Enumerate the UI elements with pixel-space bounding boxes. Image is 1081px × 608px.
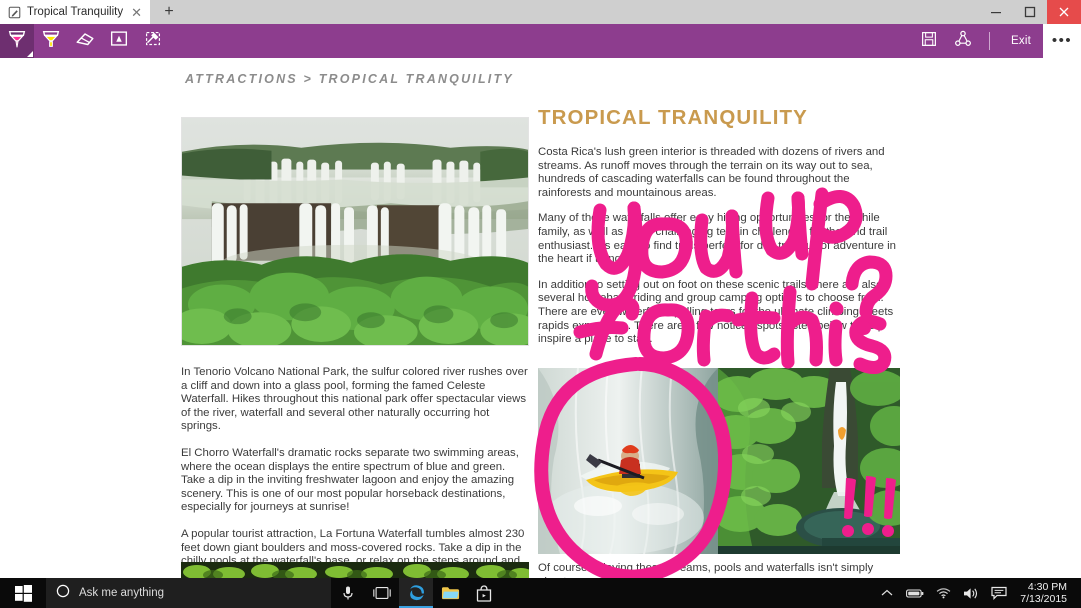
bottom-caption: Of course enjoying these streams, pools … (538, 562, 874, 578)
speaker-icon[interactable] (958, 578, 984, 608)
system-tray: 4:30 PM 7/13/2015 (874, 578, 1081, 608)
battery-icon[interactable] (902, 578, 928, 608)
clip-tool[interactable] (136, 24, 170, 58)
eraser-tool[interactable] (68, 24, 102, 58)
more-options-button[interactable]: ••• (1043, 24, 1081, 58)
add-note-icon (108, 28, 130, 55)
left-column-text: In Tenorio Volcano National Park, the su… (181, 366, 529, 578)
window-close-icon[interactable] (1047, 0, 1081, 24)
share-icon (953, 29, 973, 54)
clock-date: 7/13/2015 (1020, 593, 1067, 605)
right-paragraph-2: Many of these waterfalls offer easy hiki… (538, 212, 896, 266)
exit-button[interactable]: Exit (999, 24, 1043, 58)
maximize-icon[interactable] (1013, 0, 1047, 24)
breadcrumb[interactable]: ATTRACTIONS > TROPICAL TRANQUILITY (185, 72, 514, 86)
share-web-note-button[interactable] (946, 24, 980, 58)
chevron-up-icon[interactable] (874, 578, 900, 608)
web-page-content: ATTRACTIONS > TROPICAL TRANQUILITY In Te… (0, 58, 1081, 578)
right-column: TROPICAL TRANQUILITY Costa Rica's lush g… (538, 106, 900, 359)
tab-close-icon[interactable]: ✕ (129, 6, 144, 19)
file-explorer[interactable] (433, 578, 467, 608)
web-note-toolbar: Exit ••• (0, 24, 1081, 58)
right-paragraph-3: In addition to setting out on foot on th… (538, 278, 894, 346)
title-bar: Tropical Tranquility | Reso... ✕ + (0, 0, 1081, 24)
minimize-icon[interactable] (979, 0, 1013, 24)
pen-icon (6, 28, 28, 55)
pen-tool[interactable] (0, 24, 34, 58)
highlighter-tool[interactable] (34, 24, 68, 58)
toolbar-divider (989, 32, 991, 50)
tab-strip-empty-area (188, 0, 979, 24)
microphone-icon[interactable] (331, 578, 365, 608)
task-view-icon[interactable] (365, 578, 399, 608)
tab-title: Tropical Tranquility | Reso... (27, 6, 124, 18)
taskbar-spacer (501, 578, 874, 608)
eraser-icon (74, 28, 96, 55)
search-input[interactable]: Ask me anything (46, 578, 331, 608)
save-icon (920, 30, 938, 53)
save-web-note-button[interactable] (912, 24, 946, 58)
edge-web-note-window: Tropical Tranquility | Reso... ✕ + (0, 0, 1081, 608)
left-paragraph-1: In Tenorio Volcano National Park, the su… (181, 366, 528, 433)
foliage-photo (181, 562, 529, 578)
ink-tools-group (0, 24, 170, 58)
search-placeholder: Ask me anything (79, 587, 165, 599)
browser-tab[interactable]: Tropical Tranquility | Reso... ✕ (0, 0, 150, 24)
jungle-waterfall-photo (712, 368, 900, 554)
store[interactable] (467, 578, 501, 608)
highlighter-icon (40, 28, 62, 55)
right-paragraph-1: Costa Rica's lush green interior is thre… (538, 146, 885, 199)
action-center-icon[interactable] (986, 578, 1012, 608)
kayak-waterfall-photo (538, 368, 718, 554)
edge-browser[interactable] (399, 578, 433, 608)
left-paragraph-2: El Chorro Waterfall's dramatic rocks sep… (181, 446, 519, 514)
wifi-icon[interactable] (930, 578, 956, 608)
note-page-icon (8, 6, 21, 19)
note-tool[interactable] (102, 24, 136, 58)
clip-selection-icon (142, 28, 164, 55)
window-controls (979, 0, 1081, 24)
cortana-circle-icon (56, 584, 70, 603)
taskbar-clock[interactable]: 4:30 PM 7/13/2015 (1014, 581, 1077, 605)
windows-taskbar: Ask me anything 4:30 PM 7/13/2015 (0, 578, 1081, 608)
ink-actions-group: Exit ••• (912, 24, 1081, 58)
clock-time: 4:30 PM (1027, 581, 1067, 593)
hero-waterfall-photo (181, 117, 529, 346)
left-column: In Tenorio Volcano National Park, the su… (181, 117, 529, 578)
windows-start-icon[interactable] (0, 578, 46, 608)
photo-strip (538, 368, 900, 554)
page-title: TROPICAL TRANQUILITY (538, 106, 808, 129)
new-tab-button[interactable]: + (150, 0, 188, 24)
